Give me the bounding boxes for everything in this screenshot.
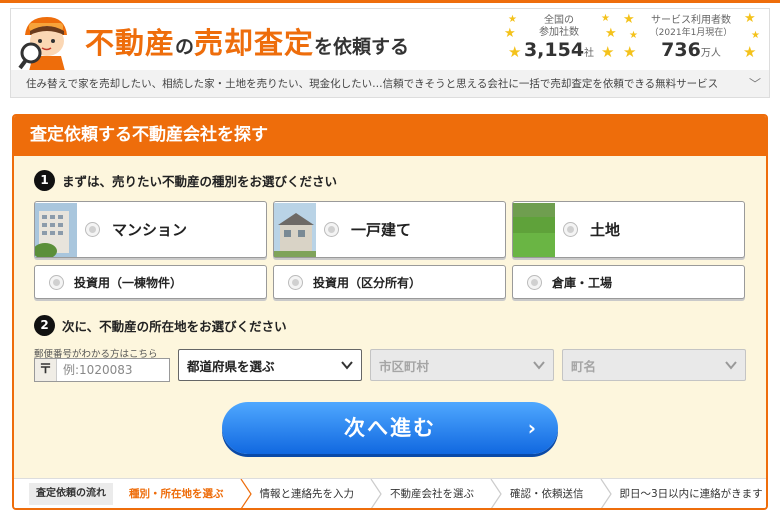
chevron-down-icon (341, 361, 353, 370)
invest-unit-label: 投資用（区分所有） (313, 275, 422, 290)
chevron-right-icon (370, 478, 382, 508)
flow-step-3: 不動産会社を選ぶ (390, 487, 474, 500)
stat-companies: 全国の 参加社数 3,154社 (519, 15, 599, 61)
invest-building-label: 投資用（一棟物件） (74, 275, 183, 290)
title-part4: を依頼する (314, 36, 410, 58)
search-panel: 査定依頼する不動産会社を探す 1 まずは、売りたい不動産の種別をお選びください … (12, 114, 768, 510)
service-description-bar[interactable]: 住み替えで家を売却したい、相続した家・土地を売りたい、現金化したい…信頼できそう… (10, 70, 770, 98)
star-icon: ★ (601, 43, 615, 61)
house-label: 一戸建て (351, 221, 412, 239)
star-icon: ★ (504, 26, 516, 41)
postal-mark-icon: 〒 (35, 359, 57, 381)
star-icon: ★ (623, 12, 635, 27)
prefecture-select[interactable]: 都道府県を選ぶ (178, 349, 362, 381)
warehouse-label: 倉庫・工場 (552, 275, 613, 290)
star-icon: ★ (508, 43, 522, 61)
stat2-label2: （2021年1月現在） (649, 28, 733, 38)
page-title: 不動産の売却査定を依頼する (85, 20, 409, 62)
chevron-right-icon (240, 478, 252, 508)
step1-heading: 1 まずは、売りたい不動産の種別をお選びください (34, 170, 337, 191)
process-flow: 査定依頼の流れ 種別・所在地を選ぶ 情報と連絡先を入力 不動産会社を選ぶ 確認・… (14, 478, 766, 508)
flow-step-5: 即日〜3日以内に連絡がきます (619, 487, 763, 500)
step2-label: 次に、不動産の所在地をお選びください (62, 319, 287, 334)
prefecture-select-label: 都道府県を選ぶ (187, 358, 275, 374)
stat1-value: 3,154 (523, 39, 585, 61)
star-icon: ★ (751, 30, 760, 41)
next-button[interactable]: 次へ進む › (222, 402, 558, 454)
title-part1: 不動産 (85, 26, 176, 60)
panel-title: 査定依頼する不動産会社を探す (14, 116, 766, 156)
house-photo (274, 202, 316, 257)
star-icon: ★ (605, 26, 617, 41)
step1-label: まずは、売りたい不動産の種別をお選びください (62, 174, 338, 189)
flow-step-1: 種別・所在地を選ぶ (129, 487, 224, 500)
stat1-label1: 全国の (544, 15, 574, 26)
mascot-icon (18, 17, 67, 71)
title-part3: 売却査定 (194, 26, 315, 60)
option-warehouse[interactable]: 倉庫・工場 (512, 265, 745, 299)
mansion-label: マンション (112, 221, 188, 239)
mansion-radio[interactable] (85, 222, 100, 237)
service-description: 住み替えで家を売却したい、相続した家・土地を売りたい、現金化したい…信頼できそう… (26, 78, 719, 90)
star-icon: ★ (743, 43, 757, 61)
option-invest-unit[interactable]: 投資用（区分所有） (273, 265, 506, 299)
land-photo (513, 202, 555, 257)
stat-users: サービス利用者数 （2021年1月現在） 736万人 (641, 15, 741, 61)
top-accent-line (0, 0, 780, 3)
town-select[interactable]: 町名 (562, 349, 746, 381)
title-part2: の (175, 36, 195, 58)
next-button-label: 次へ進む (344, 416, 436, 440)
header: 不動産の売却査定を依頼する 全国の 参加社数 3,154社 ★ ★ ★ ★ ★ … (10, 8, 770, 71)
flow-step-4: 確認・依頼送信 (510, 487, 584, 500)
star-icon: ★ (744, 11, 756, 26)
land-radio[interactable] (563, 222, 578, 237)
step1-number: 1 (34, 170, 55, 191)
star-icon: ★ (601, 13, 610, 24)
invest-building-radio[interactable] (49, 274, 64, 290)
mansion-photo (35, 202, 77, 257)
option-invest-building[interactable]: 投資用（一棟物件） (34, 265, 267, 299)
chevron-right-icon (490, 478, 502, 508)
land-label: 土地 (590, 221, 621, 239)
stat1-unit: 社 (584, 48, 595, 59)
zip-field[interactable]: 〒 (34, 358, 170, 382)
stat2-label1: サービス利用者数 (651, 15, 731, 26)
step2-number: 2 (34, 315, 55, 336)
option-mansion[interactable]: マンション (34, 201, 267, 258)
house-radio[interactable] (324, 222, 339, 237)
flow-heading: 査定依頼の流れ (29, 482, 113, 505)
chevron-down-icon (533, 361, 545, 370)
stat2-unit: 万人 (700, 48, 721, 59)
stat2-value: 736 (661, 39, 701, 61)
city-select-label: 市区町村 (379, 358, 430, 374)
chevron-down-icon (725, 361, 737, 370)
star-icon: ★ (508, 14, 517, 25)
chevron-right-icon (600, 478, 612, 508)
invest-unit-radio[interactable] (288, 274, 303, 290)
stat1-label2: 参加社数 (539, 27, 579, 38)
step2-heading: 2 次に、不動産の所在地をお選びください (34, 315, 287, 336)
option-house[interactable]: 一戸建て (273, 201, 506, 258)
flow-step-2: 情報と連絡先を入力 (259, 487, 355, 500)
town-select-label: 町名 (571, 358, 597, 374)
option-land[interactable]: 土地 (512, 201, 745, 258)
star-icon: ★ (629, 30, 638, 41)
zip-input[interactable] (57, 360, 157, 380)
city-select[interactable]: 市区町村 (370, 349, 554, 381)
star-icon: ★ (623, 43, 637, 61)
warehouse-radio[interactable] (527, 274, 542, 290)
chevron-right-icon: › (527, 416, 538, 440)
chevron-down-icon[interactable]: ﹀ (749, 70, 761, 97)
